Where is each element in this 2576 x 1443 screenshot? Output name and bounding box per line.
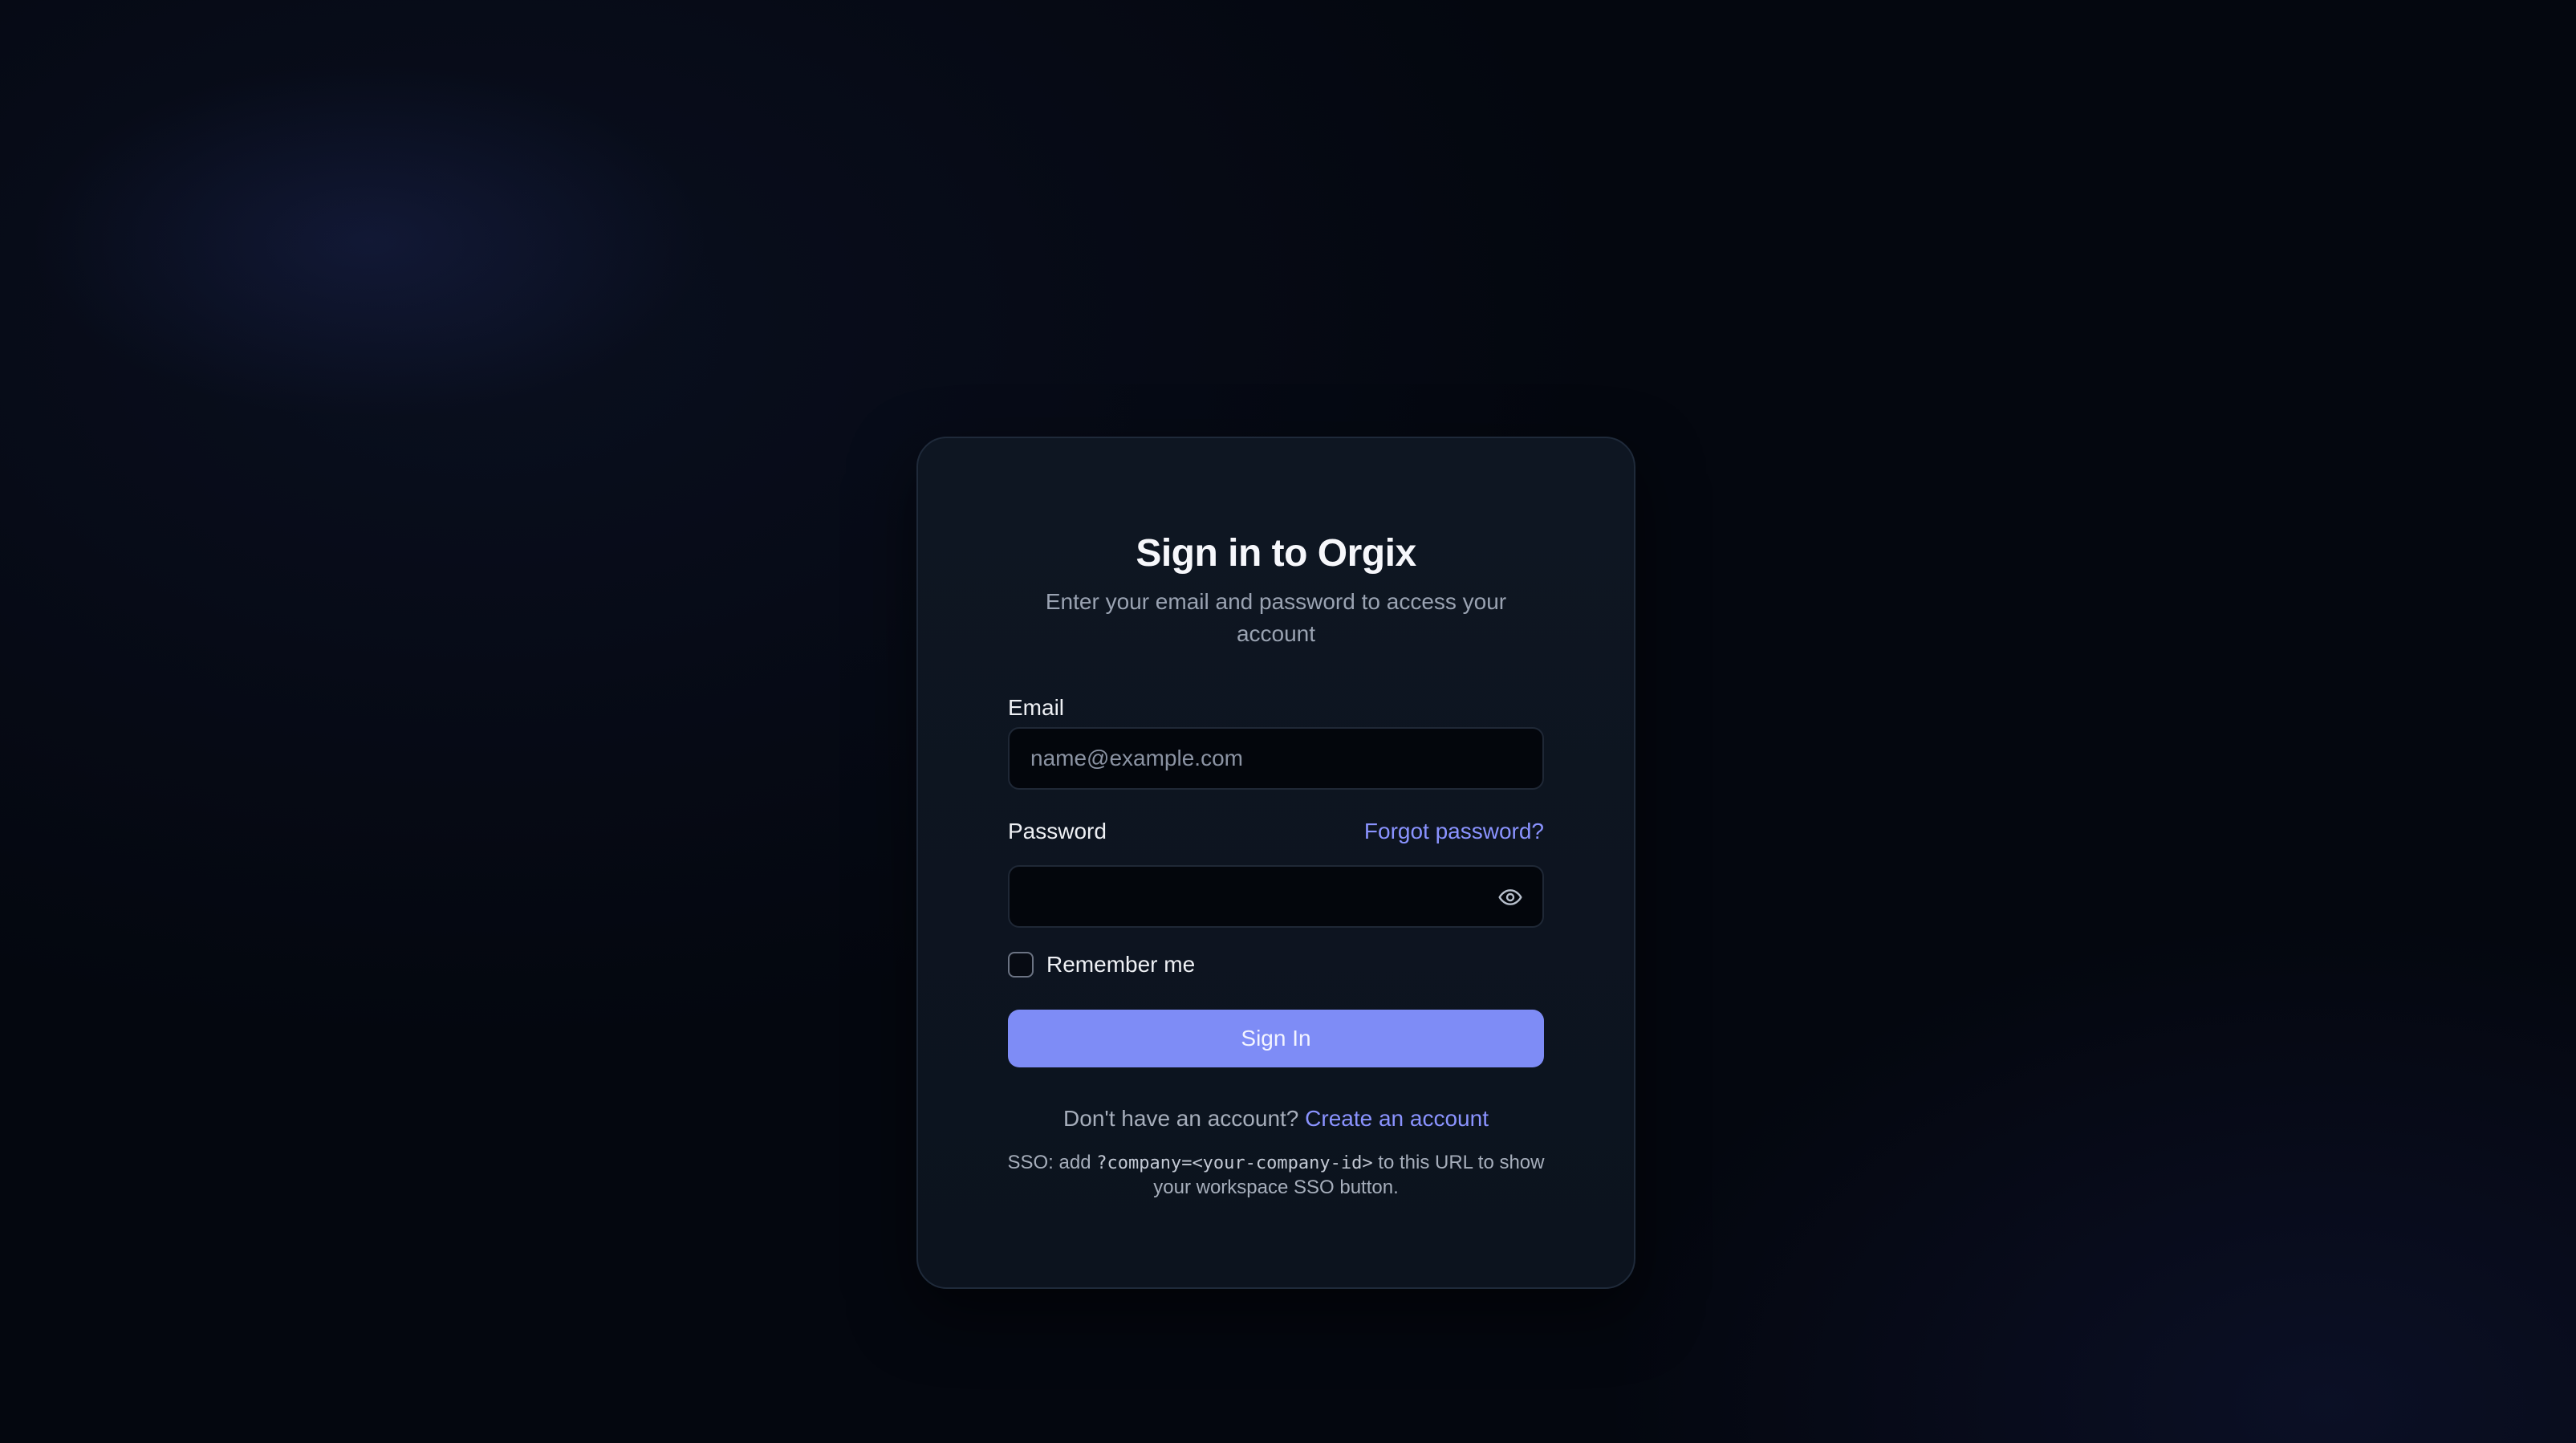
eye-icon[interactable] <box>1494 881 1526 913</box>
sso-hint-prefix: SSO: add <box>1007 1152 1091 1173</box>
email-label: Email <box>1008 695 1065 720</box>
sign-in-button[interactable]: Sign In <box>1008 1010 1544 1067</box>
signup-prompt: Don't have an account? Create an account <box>918 1106 1634 1132</box>
remember-me-checkbox[interactable] <box>1008 952 1034 978</box>
password-field[interactable] <box>1008 865 1544 928</box>
remember-me[interactable]: Remember me <box>1008 952 1195 978</box>
remember-me-label: Remember me <box>1046 952 1196 977</box>
password-label: Password <box>1008 819 1107 843</box>
sso-hint: SSO: add ?company=<your-company-id> to t… <box>998 1151 1554 1200</box>
sso-hint-code: ?company=<your-company-id> <box>1096 1153 1373 1173</box>
forgot-password-link[interactable]: Forgot password? <box>1364 819 1544 844</box>
create-account-link[interactable]: Create an account <box>1305 1106 1489 1131</box>
signup-prompt-text: Don't have an account? <box>1063 1106 1299 1131</box>
page-subtitle: Enter your email and password to access … <box>1045 589 1507 646</box>
page-title: Sign in to Orgix <box>1136 532 1416 575</box>
email-field[interactable] <box>1008 727 1544 790</box>
sign-in-card: Sign in to Orgix Enter your email and pa… <box>916 437 1635 1289</box>
